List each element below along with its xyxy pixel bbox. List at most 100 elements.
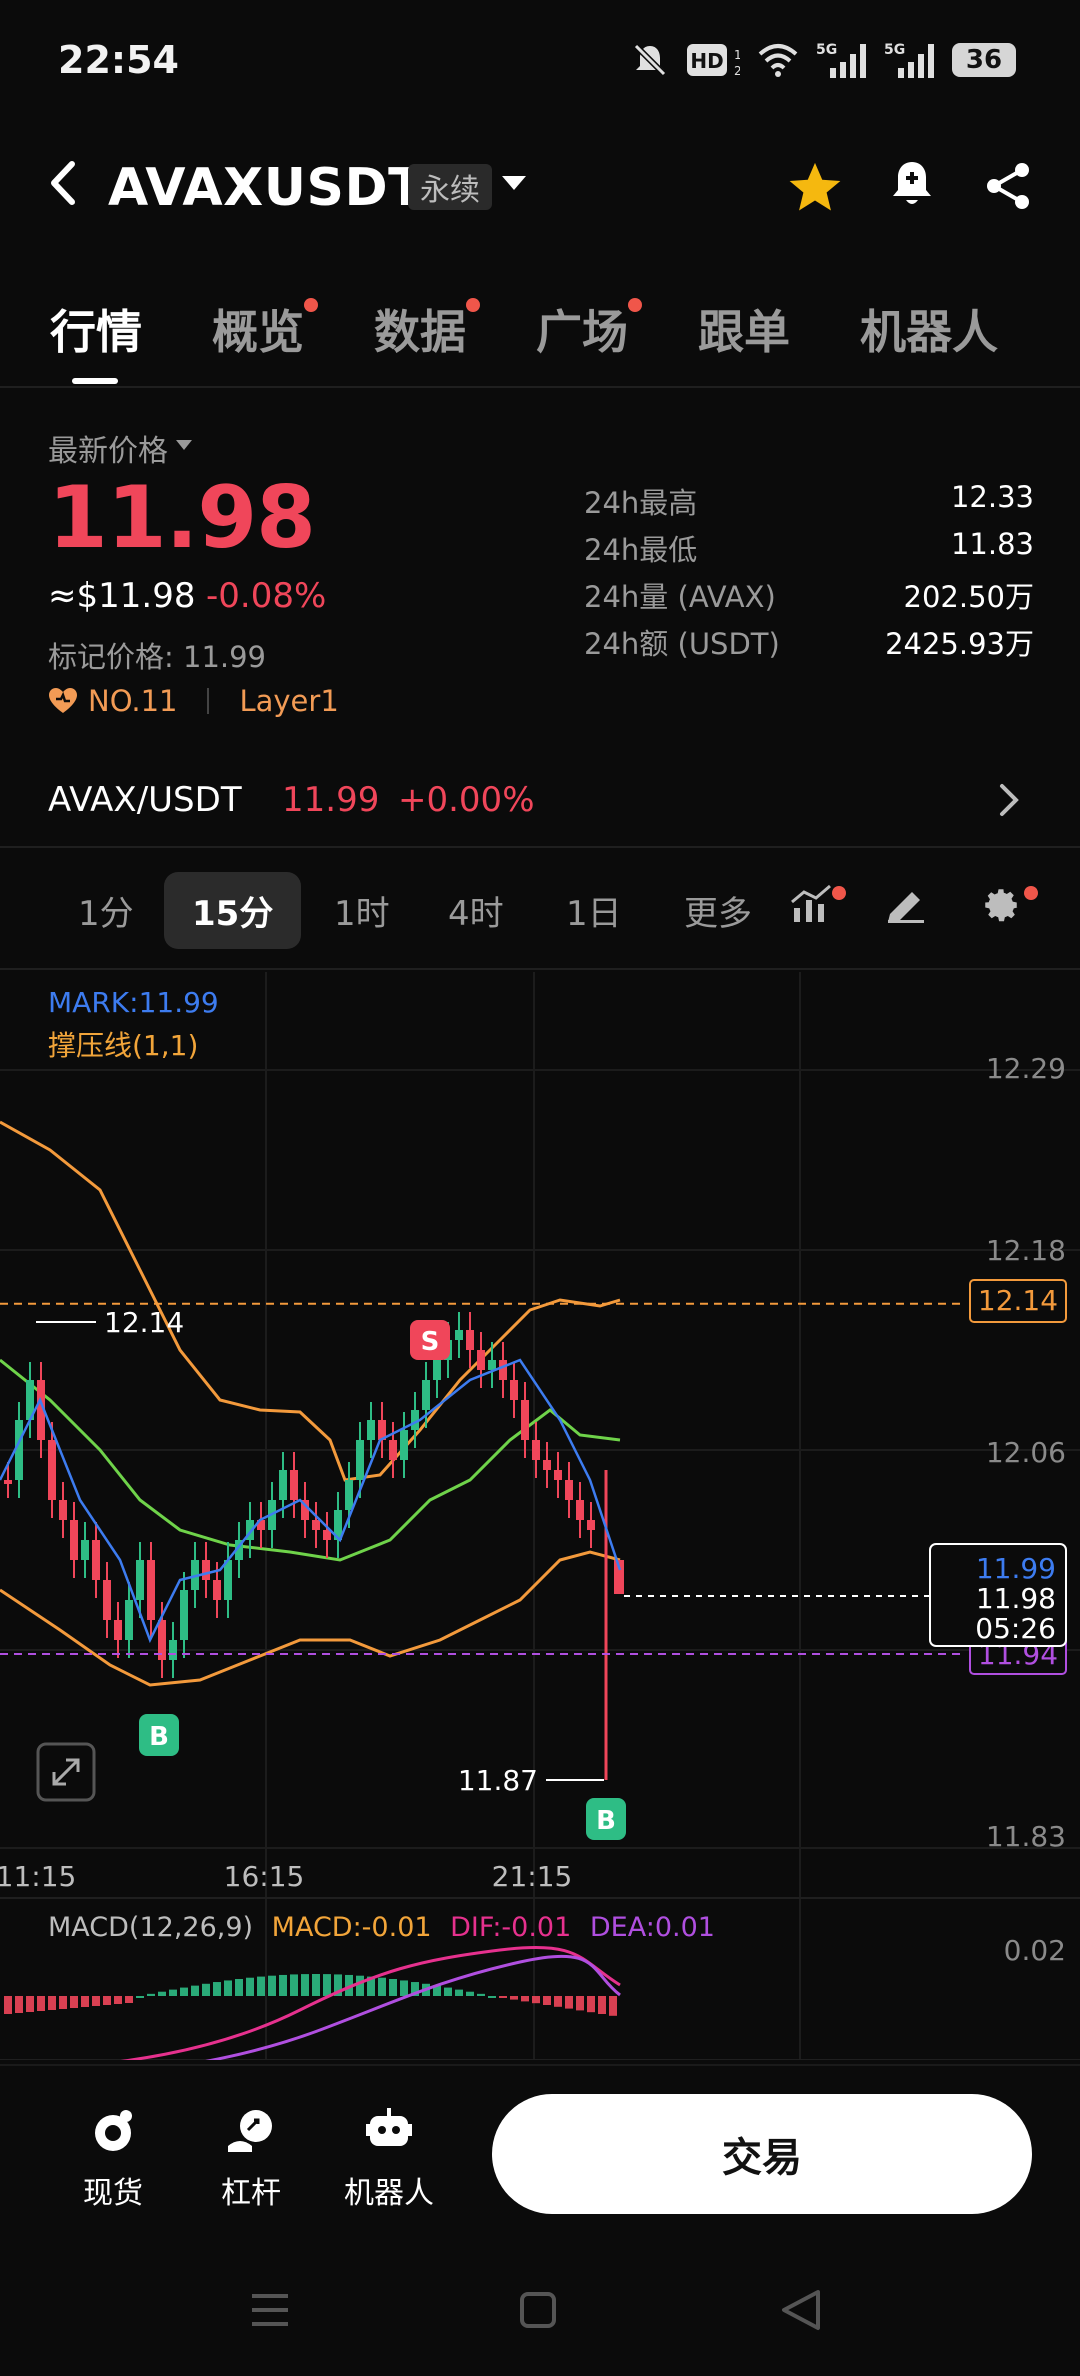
timeframe-1d[interactable]: 1日	[566, 886, 622, 935]
candle-body	[92, 1540, 100, 1580]
macd-dif: DIF:-0.01	[450, 1912, 572, 1943]
drawing-pen-icon[interactable]	[884, 884, 928, 924]
macd-bar	[235, 1978, 243, 1996]
macd-bar	[92, 1996, 100, 2006]
candle-body	[224, 1560, 232, 1600]
macd-dea-line	[205, 1954, 621, 2060]
stat-row-high: 24h最高 12.33	[584, 480, 1034, 520]
settings-gear-icon[interactable]	[980, 884, 1022, 926]
macd-bar	[213, 1982, 221, 1996]
alert-bell-icon[interactable]	[884, 156, 940, 212]
candle-body	[576, 1500, 584, 1520]
divider	[0, 386, 1080, 388]
indicator-icon[interactable]	[790, 884, 836, 924]
pair-dropdown-icon[interactable]	[502, 176, 526, 190]
last-price-label[interactable]: 最新价格	[48, 426, 168, 470]
nav-bots[interactable]: 机器人	[334, 2106, 444, 2212]
candle-body	[532, 1440, 540, 1460]
pair-title[interactable]: AVAXUSDT	[108, 158, 424, 218]
macd-bar	[290, 1974, 298, 1996]
x-axis-label: 21:15	[492, 1860, 573, 1893]
stats-panel: 24h最高 12.33 24h最低 11.83 24h量 (AVAX) 202.50万…	[584, 480, 1034, 668]
robot-icon	[366, 2108, 412, 2146]
candle-body	[422, 1380, 430, 1410]
candle-body	[477, 1350, 485, 1370]
timeframe-15m[interactable]: 15分	[164, 872, 302, 949]
macd-bar	[301, 1974, 309, 1996]
macd-bar	[565, 1996, 573, 2009]
timeframe-more[interactable]: 更多	[684, 886, 752, 935]
x-axis-label: 16:15	[224, 1860, 305, 1893]
candle-body	[48, 1440, 56, 1500]
last-price-dropdown-icon[interactable]	[176, 440, 192, 450]
hot-heart-icon	[49, 688, 77, 713]
tab-square[interactable]: 广场	[536, 296, 642, 362]
mute-bell-icon	[633, 43, 667, 77]
macd-bar	[598, 1996, 606, 2014]
candle-body	[180, 1590, 188, 1640]
band-mid-line	[0, 1358, 621, 1562]
indicator-legend[interactable]: 撑压线(1,1)	[48, 1024, 198, 1064]
candle-body	[554, 1470, 562, 1480]
back-nav-icon[interactable]	[782, 2290, 820, 2330]
macd-bar	[279, 1974, 287, 1996]
nav-spot[interactable]: 现货	[58, 2106, 168, 2212]
spot-price: 11.99	[282, 780, 380, 820]
macd-bar	[609, 1996, 617, 2016]
candle-body	[565, 1480, 573, 1500]
macd-bar	[257, 1976, 265, 1996]
macd-bar	[202, 1983, 210, 1996]
candle-body	[543, 1460, 551, 1470]
recents-icon[interactable]	[252, 2294, 288, 2326]
timeframe-bar: 1分 15分 1时 4时 1日 更多	[0, 850, 1080, 968]
nav-margin[interactable]: 杠杆	[196, 2106, 306, 2212]
macd-bar	[158, 1991, 166, 1996]
macd-bar	[26, 1996, 34, 2012]
stat-row-turnover: 24h额 (USDT) 2425.93万	[584, 627, 1034, 661]
status-time: 22:54	[58, 38, 179, 82]
candle-body	[466, 1330, 474, 1350]
macd-bar	[48, 1996, 56, 2010]
sector-label[interactable]: Layer1	[239, 684, 338, 718]
timeframe-1h[interactable]: 1时	[334, 886, 390, 935]
candle-body	[4, 1480, 12, 1484]
tab-overview[interactable]: 概览	[212, 296, 318, 362]
home-icon[interactable]	[520, 2292, 556, 2328]
tab-market[interactable]: 行情	[50, 296, 142, 362]
timeframe-1m[interactable]: 1分	[78, 886, 134, 935]
spot-pair[interactable]: AVAX/USDT	[48, 780, 242, 820]
trade-button[interactable]: 交易	[492, 2094, 1032, 2214]
macd-bar	[37, 1996, 45, 2011]
candle-body	[345, 1480, 353, 1510]
svg-text:5G: 5G	[816, 42, 837, 58]
price-change-percent: -0.08%	[206, 576, 327, 616]
divider	[0, 846, 1080, 848]
candle-body	[356, 1440, 364, 1480]
mark-price: 标记价格: 11.99	[48, 640, 267, 674]
back-icon[interactable]	[44, 158, 84, 208]
macd-bar	[103, 1996, 111, 2005]
wifi-icon	[758, 44, 798, 77]
share-icon[interactable]	[980, 158, 1036, 214]
buy-signal: B	[149, 1722, 169, 1752]
macd-bar	[554, 1996, 562, 2007]
favorite-star-icon[interactable]	[786, 158, 844, 216]
chevron-right-icon[interactable]	[998, 782, 1022, 818]
tab-bots[interactable]: 机器人	[860, 296, 998, 362]
candle-body	[114, 1620, 122, 1640]
macd-panel	[4, 1945, 621, 2060]
timeframe-4h[interactable]: 4时	[448, 886, 504, 935]
macd-bar	[15, 1996, 23, 2013]
candle-body	[70, 1520, 78, 1560]
tab-copy-trading[interactable]: 跟单	[698, 296, 790, 362]
chart-candles	[0, 1312, 624, 1780]
usd-price: ≈$11.98	[48, 576, 196, 616]
candlestick-chart[interactable]: 12.29 12.18 12.06 11.83 11:15 16:15 21:15 0.02 1…	[0, 970, 1080, 2060]
candle-body	[279, 1470, 287, 1500]
candle-body	[59, 1500, 67, 1520]
macd-bar	[136, 1996, 144, 1998]
stat-row-volume: 24h量 (AVAX) 202.50万	[584, 580, 1034, 614]
tab-data[interactable]: 数据	[374, 296, 480, 362]
candle-body	[400, 1430, 408, 1460]
rank-label[interactable]: NO.11	[88, 684, 177, 718]
